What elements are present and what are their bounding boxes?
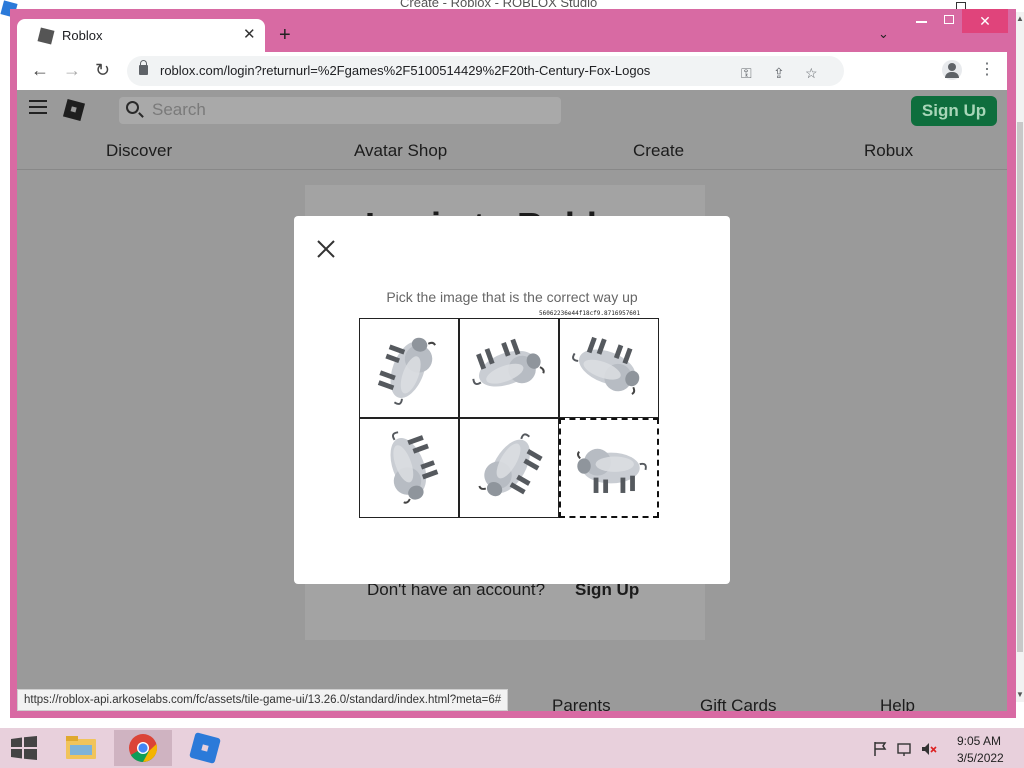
nav-discover[interactable]: Discover (106, 141, 172, 161)
lock-icon[interactable] (139, 60, 148, 75)
close-icon[interactable] (314, 237, 338, 261)
clock-date[interactable]: 3/5/2022 (957, 751, 1004, 765)
captcha-prompt: Pick the image that is the correct way u… (386, 289, 638, 305)
clock-time[interactable]: 9:05 AM (957, 734, 1001, 748)
profile-avatar-icon[interactable] (942, 60, 962, 80)
taskbar-roblox-studio[interactable] (176, 730, 234, 766)
reload-icon[interactable]: ↻ (95, 60, 110, 81)
network-icon[interactable] (897, 743, 911, 756)
share-icon[interactable]: ⇪ (773, 65, 785, 82)
system-tray (872, 740, 942, 763)
roblox-header: Sign Up (17, 90, 1007, 130)
maximize-button[interactable] (944, 15, 954, 24)
roblox-favicon-icon (37, 27, 55, 45)
forward-arrow-icon[interactable]: → (63, 60, 81, 81)
nav-avatar-shop[interactable]: Avatar Shop (354, 141, 447, 161)
footer-link-parents[interactable]: Parents (552, 696, 611, 711)
captcha-session-hash: 56062236e44f18cf9.8716957601 (539, 310, 641, 317)
hamburger-menu-icon[interactable] (29, 100, 47, 114)
captcha-tile-1[interactable] (359, 318, 459, 418)
search-input[interactable] (152, 100, 552, 120)
new-tab-button[interactable]: + (279, 24, 291, 47)
tray-icons (874, 742, 937, 756)
windows-taskbar: 9:05 AM 3/5/2022 (0, 728, 1024, 768)
nav-create[interactable]: Create (633, 141, 684, 161)
bison-image (377, 337, 436, 405)
nav-robux[interactable]: Robux (864, 141, 913, 161)
back-arrow-icon[interactable]: ← (31, 60, 49, 81)
browser-toolbar: ← → ↻ roblox.com/login?returnurl=%2Fgame… (17, 52, 1007, 90)
bison-image (472, 338, 545, 387)
chrome-icon (129, 734, 158, 763)
browser-tab[interactable]: Roblox ✕ (17, 19, 265, 52)
header-signup-button[interactable]: Sign Up (911, 96, 997, 126)
captcha-tile-2[interactable] (459, 318, 559, 418)
flag-icon[interactable] (874, 742, 887, 756)
kebab-menu-icon[interactable]: ⋮ (979, 59, 995, 79)
tab-close-icon[interactable]: ✕ (243, 25, 256, 43)
scroll-thumb[interactable] (1017, 122, 1023, 652)
bison-image (577, 448, 647, 493)
link-status-bubble: https://roblox-api.arkoselabs.com/fc/ass… (17, 689, 509, 711)
roblox-logo-icon[interactable] (62, 98, 86, 122)
bison-image (478, 433, 543, 497)
close-window-button[interactable]: ✕ (962, 9, 1008, 33)
taskbar-chrome[interactable] (114, 730, 172, 766)
roblox-nav: Discover Avatar Shop Create Robux (17, 130, 1007, 170)
volume-muted-icon[interactable] (922, 743, 937, 755)
bison-image (390, 431, 439, 504)
windows-start-icon[interactable] (10, 736, 38, 760)
tab-search-chevron-icon[interactable]: ⌄ (878, 26, 889, 42)
key-icon[interactable]: ⚿ (741, 65, 752, 82)
roblox-studio-icon (189, 732, 221, 764)
file-explorer-icon (66, 736, 96, 759)
minimize-button[interactable] (916, 21, 927, 23)
bison-image (572, 336, 640, 395)
search-icon (126, 101, 139, 114)
scroll-down-icon[interactable]: ▼ (1016, 690, 1024, 699)
captcha-tile-4[interactable] (359, 418, 459, 518)
background-window-title: Create - Roblox - ROBLOX Studio (400, 0, 598, 9)
bookmark-star-icon[interactable]: ☆ (805, 65, 818, 82)
tab-title: Roblox (62, 28, 103, 43)
footer-link-help[interactable]: Help (880, 696, 915, 711)
address-bar[interactable]: roblox.com/login?returnurl=%2Fgames%2F51… (127, 56, 844, 86)
captcha-tile-grid (359, 318, 659, 518)
captcha-modal: Pick the image that is the correct way u… (294, 216, 730, 584)
scroll-up-icon[interactable]: ▲ (1016, 14, 1024, 23)
address-url[interactable]: roblox.com/login?returnurl=%2Fgames%2F51… (160, 63, 650, 78)
search-box[interactable] (119, 97, 561, 124)
captcha-tile-3[interactable] (559, 318, 659, 418)
captcha-tile-5[interactable] (459, 418, 559, 518)
taskbar-file-explorer[interactable] (52, 730, 110, 766)
captcha-tile-6[interactable] (559, 418, 659, 518)
footer-link-gift-cards[interactable]: Gift Cards (700, 696, 777, 711)
